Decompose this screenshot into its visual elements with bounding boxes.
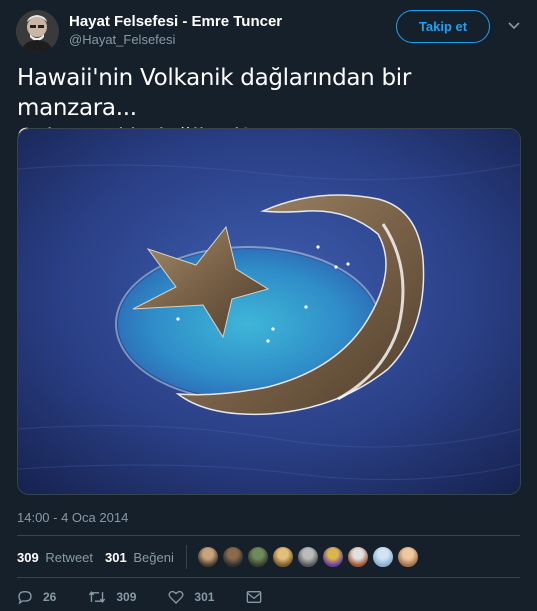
reply-count: 26: [43, 590, 57, 604]
retweet-stat[interactable]: 309 Retweet: [17, 550, 93, 565]
liker-avatar[interactable]: [221, 546, 244, 568]
liker-avatar[interactable]: [321, 546, 344, 568]
liker-avatars: [196, 546, 422, 568]
tweet-stats: 309 Retweet 301 Beğeni: [17, 545, 422, 569]
liker-avatar[interactable]: [296, 546, 319, 568]
liker-avatar[interactable]: [196, 546, 219, 568]
retweet-icon: [89, 591, 106, 603]
divider: [17, 577, 520, 578]
retweet-count: 309: [116, 590, 137, 604]
reply-button[interactable]: 26: [17, 589, 56, 605]
tweet-text-line-1: Hawaii'nin Volkanik dağlarından bir manz…: [17, 65, 411, 121]
like-stat-label: Beğeni: [133, 549, 174, 565]
like-stat[interactable]: 301 Beğeni: [105, 550, 174, 565]
heart-icon: [168, 590, 184, 604]
avatar[interactable]: [16, 10, 59, 53]
liker-avatar[interactable]: [371, 546, 394, 568]
liker-avatar[interactable]: [346, 546, 369, 568]
retweet-stat-count: 309: [17, 549, 39, 565]
retweet-stat-label: Retweet: [45, 549, 94, 565]
author-handle[interactable]: @Hayat_Felsefesi: [69, 32, 175, 47]
envelope-icon: [247, 591, 262, 603]
tweet-actions: 26 309 301: [17, 589, 304, 605]
follow-button[interactable]: Takip et: [396, 10, 490, 43]
liker-avatar[interactable]: [246, 546, 269, 568]
stat-separator: [185, 545, 187, 569]
chevron-down-icon[interactable]: [506, 18, 522, 34]
tweet-photo[interactable]: [17, 128, 521, 495]
liker-avatar[interactable]: [271, 546, 294, 568]
tweet-timestamp[interactable]: 14:00 - 4 Oca 2014: [17, 510, 128, 525]
direct-message-button[interactable]: [246, 590, 272, 604]
like-stat-count: 301: [105, 549, 127, 565]
liker-avatar[interactable]: [396, 546, 419, 568]
retweet-button[interactable]: 309: [88, 589, 136, 605]
reply-icon: [18, 590, 32, 605]
like-count: 301: [194, 590, 215, 604]
divider: [17, 535, 520, 536]
tweet-header: Hayat Felsefesi - Emre Tuncer @Hayat_Fel…: [16, 10, 522, 53]
like-button[interactable]: 301: [168, 589, 214, 605]
author-name[interactable]: Hayat Felsefesi - Emre Tuncer: [69, 13, 282, 30]
